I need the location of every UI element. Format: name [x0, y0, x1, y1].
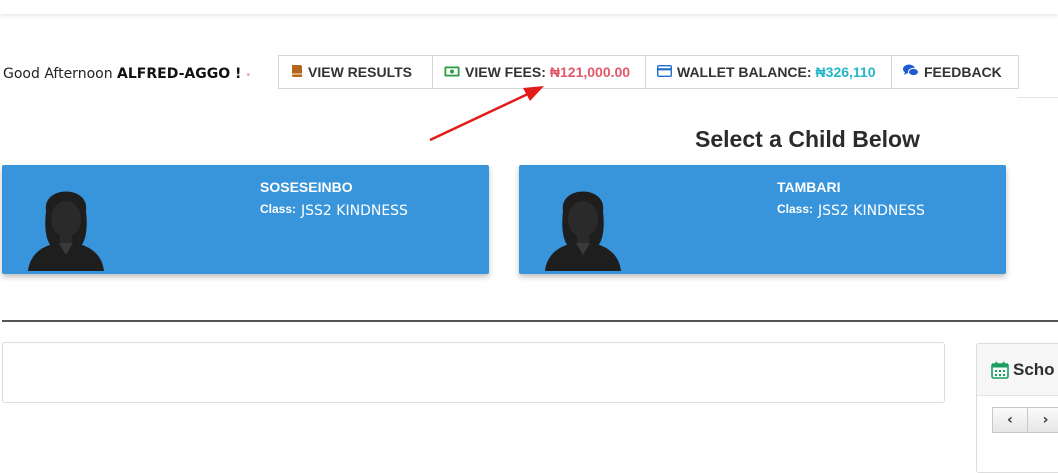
- book-icon: [290, 64, 303, 81]
- child-card[interactable]: SOSESEINBO Class: JSS2 KINDNESS: [2, 165, 489, 274]
- child-card[interactable]: TAMBARI Class: JSS2 KINDNESS: [519, 165, 1006, 274]
- feedback-label: FEEDBACK: [924, 64, 1002, 80]
- view-fees-label: VIEW FEES:: [465, 64, 546, 80]
- calendar-panel-title: Scho: [1013, 359, 1055, 379]
- child-class: Class: JSS2 KINDNESS: [777, 202, 925, 219]
- comments-icon: [903, 64, 919, 80]
- class-label: Class:: [260, 202, 297, 216]
- section-divider: [2, 320, 1058, 322]
- child-name: SOSESEINBO: [260, 179, 353, 195]
- action-toolbar: VIEW RESULTS VIEW FEES: ₦121,000.00 WALLE…: [278, 55, 1019, 89]
- user-name: ALFRED-AGGO !: [117, 66, 242, 82]
- header-rule: [1017, 97, 1058, 98]
- calendar-panel-header: Scho: [977, 344, 1058, 396]
- view-results-label: VIEW RESULTS: [308, 64, 412, 80]
- child-name: TAMBARI: [777, 179, 841, 195]
- wallet-balance-label: WALLET BALANCE:: [677, 64, 812, 80]
- child-class: Class: JSS2 KINDNESS: [260, 202, 408, 219]
- class-label: Class:: [777, 202, 814, 216]
- feedback-button[interactable]: FEEDBACK: [892, 56, 1018, 88]
- avatar: [28, 191, 104, 271]
- money-icon: [444, 64, 460, 80]
- class-value: JSS2 KINDNESS: [818, 203, 925, 219]
- view-fees-button[interactable]: VIEW FEES: ₦121,000.00: [433, 56, 646, 88]
- greeting-prefix: Good Afternoon: [3, 66, 113, 82]
- wallet-amount: ₦326,110: [815, 64, 876, 80]
- wallet-balance-button[interactable]: WALLET BALANCE: ₦326,110: [646, 56, 892, 88]
- top-navbar: [0, 0, 1058, 14]
- avatar: [545, 191, 621, 271]
- calendar-next-button[interactable]: ›: [1028, 407, 1058, 433]
- calendar-prev-button[interactable]: ‹: [992, 407, 1028, 433]
- class-value: JSS2 KINDNESS: [301, 203, 408, 219]
- page-title: Select a Child Below: [695, 126, 920, 152]
- calendar-icon: [991, 361, 1009, 379]
- greeting: Good Afternoon ALFRED-AGGO ! •: [3, 66, 251, 82]
- credit-card-icon: [656, 64, 673, 80]
- status-dot: •: [245, 70, 252, 81]
- content-panel: [2, 342, 945, 403]
- fees-amount: ₦121,000.00: [549, 64, 631, 80]
- calendar-nav: ‹ ›: [992, 407, 1058, 433]
- calendar-panel: Scho ‹ ›: [976, 343, 1058, 473]
- view-results-button[interactable]: VIEW RESULTS: [279, 56, 433, 88]
